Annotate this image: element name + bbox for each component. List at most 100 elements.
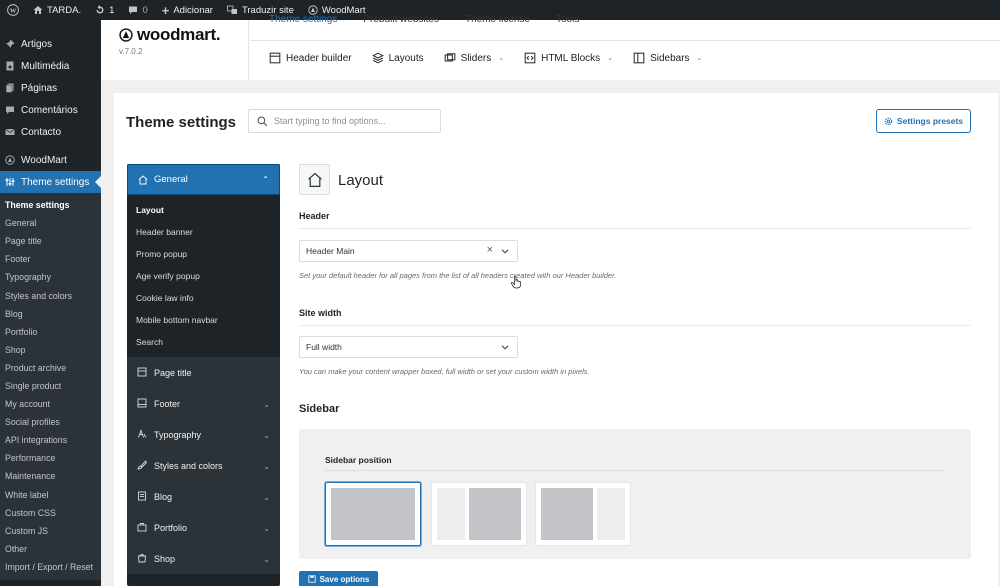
tab-theme-license[interactable]: Theme license	[465, 14, 530, 25]
comment-icon	[129, 6, 138, 14]
settings-nav: General ⌃ Layout Header banner Promo pop…	[127, 164, 280, 586]
menu-woodmart[interactable]: WoodMart	[0, 149, 101, 171]
submenu-item[interactable]: White label	[0, 486, 101, 504]
site-width-help-text: You can make your content wrapper boxed,…	[299, 367, 590, 376]
submenu-item[interactable]: Single product	[0, 377, 101, 395]
submenu-item[interactable]: Footer	[0, 250, 101, 268]
nav-section-shop[interactable]: Shop ⌄	[127, 543, 280, 574]
shop-bag-icon	[137, 553, 147, 565]
subnav-item-promo-popup[interactable]: Promo popup	[127, 243, 280, 265]
tab-prebuilt-websites[interactable]: Prebuilt websites	[363, 14, 439, 25]
nav-section-typography[interactable]: Typography ⌄	[127, 419, 280, 450]
site-width-select[interactable]: Full width	[299, 336, 518, 358]
submenu-item[interactable]: Theme settings	[0, 196, 101, 214]
tab-theme-settings[interactable]: Theme settings	[269, 14, 337, 25]
search-input[interactable]: Start typing to find options...	[248, 109, 441, 133]
subnav-item-mobile-navbar[interactable]: Mobile bottom navbar	[127, 309, 280, 331]
woodmart-logo[interactable]: woodmart.	[119, 25, 221, 45]
theme-settings-submenu: Theme settings General Page title Footer…	[0, 193, 101, 580]
site-name-link[interactable]: TARDA.	[26, 0, 88, 20]
sliders-icon	[5, 177, 15, 187]
menu-contact[interactable]: Contacto	[0, 121, 101, 143]
submenu-item[interactable]: Custom CSS	[0, 504, 101, 522]
submenu-item[interactable]: Styles and colors	[0, 286, 101, 304]
nav-section-general[interactable]: General ⌃	[127, 164, 280, 195]
version-label: v.7.0.2	[119, 47, 143, 56]
logo-area: woodmart. v.7.0.2	[101, 20, 249, 80]
comments-link[interactable]: 0	[121, 0, 154, 20]
submenu-item[interactable]: Shop	[0, 341, 101, 359]
nav-section-styles-colors[interactable]: Styles and colors ⌄	[127, 450, 280, 481]
submenu-item[interactable]: Blog	[0, 305, 101, 323]
clear-icon[interactable]: ×	[487, 244, 493, 256]
save-options-button[interactable]: Save options	[299, 571, 378, 586]
settings-presets-button[interactable]: Settings presets	[876, 109, 971, 133]
nav-section-page-title[interactable]: Page title	[127, 357, 280, 388]
submenu-item[interactable]: API integrations	[0, 431, 101, 449]
tab-tools[interactable]: Tools	[556, 14, 579, 25]
submenu-item[interactable]: Import / Export / Reset	[0, 558, 101, 576]
updates-icon	[96, 5, 104, 14]
nav-section-footer[interactable]: Footer ⌄	[127, 388, 280, 419]
woodmart-header: woodmart. v.7.0.2 Theme settings Prebuil…	[101, 14, 1000, 80]
nav-section-blog[interactable]: Blog ⌄	[127, 481, 280, 512]
submenu-item[interactable]: Portfolio	[0, 323, 101, 341]
nav-sidebars[interactable]: Sidebars ⌄	[633, 52, 702, 64]
nav-section-portfolio[interactable]: Portfolio ⌄	[127, 512, 280, 543]
submenu-item[interactable]: Product archive	[0, 359, 101, 377]
presets-label: Settings presets	[896, 116, 964, 126]
menu-pages-label: Páginas	[21, 82, 58, 94]
blog-icon	[137, 491, 147, 503]
menu-contact-label: Contacto	[21, 126, 62, 138]
submenu-item[interactable]: My account	[0, 395, 101, 413]
submenu-item[interactable]: General	[0, 214, 101, 232]
header-select[interactable]: Header Main ×	[299, 240, 518, 262]
sidebar-option-left[interactable]	[431, 482, 527, 546]
section-heading: Layout	[338, 172, 384, 189]
slider-icon	[444, 53, 455, 62]
menu-pages[interactable]: Páginas	[0, 77, 101, 99]
add-new-link[interactable]: + Adicionar	[155, 0, 220, 20]
site-width-value: Full width	[306, 342, 342, 352]
typography-icon	[137, 429, 147, 441]
subnav-item-header-banner[interactable]: Header banner	[127, 221, 280, 243]
submenu-item[interactable]: Other	[0, 540, 101, 558]
submenu-item[interactable]: Performance	[0, 449, 101, 467]
nav-header-builder[interactable]: Header builder	[269, 52, 352, 64]
submenu-item[interactable]: Typography	[0, 268, 101, 286]
section-label: General	[154, 174, 188, 185]
search-icon	[257, 116, 268, 126]
woodmart-logo-icon	[119, 28, 133, 42]
chevron-down-icon: ⌄	[263, 461, 270, 471]
chevron-down-icon: ⌄	[498, 55, 505, 62]
menu-theme-settings[interactable]: Theme settings	[0, 171, 101, 193]
section-label: Styles and colors	[154, 461, 223, 471]
subnav-item-age-verify[interactable]: Age verify popup	[127, 265, 280, 287]
nav-layouts[interactable]: Layouts	[371, 52, 424, 64]
header-field-label: Header	[299, 211, 330, 221]
save-icon	[307, 575, 316, 583]
updates-link[interactable]: 1	[88, 0, 121, 20]
section-label: Shop	[154, 554, 176, 564]
top-tabs: Theme settings Prebuilt websites Theme l…	[269, 14, 579, 25]
site-width-label: Site width	[299, 308, 342, 318]
wordpress-logo-icon[interactable]: W	[0, 0, 26, 20]
submenu-item[interactable]: Custom JS	[0, 522, 101, 540]
sidebar-options-box: Sidebar position	[299, 429, 971, 559]
sidebar-option-right[interactable]	[535, 482, 631, 546]
divider	[299, 228, 971, 229]
divider	[325, 470, 944, 471]
menu-media[interactable]: Multimédia	[0, 55, 101, 77]
menu-comments[interactable]: Comentários	[0, 99, 101, 121]
nav-sliders[interactable]: Sliders ⌄	[444, 52, 504, 64]
nav-html-blocks[interactable]: HTML Blocks ⌄	[524, 52, 613, 64]
submenu-item[interactable]: Social profiles	[0, 413, 101, 431]
submenu-item[interactable]: Maintenance	[0, 467, 101, 485]
menu-posts[interactable]: Artigos	[0, 33, 101, 55]
subnav-item-layout[interactable]: Layout	[127, 199, 280, 221]
sidebar-option-without[interactable]	[325, 482, 421, 546]
subnav-item-search[interactable]: Search	[127, 331, 280, 353]
pages-icon	[5, 83, 15, 93]
subnav-item-cookie-law[interactable]: Cookie law info	[127, 287, 280, 309]
submenu-item[interactable]: Page title	[0, 232, 101, 250]
